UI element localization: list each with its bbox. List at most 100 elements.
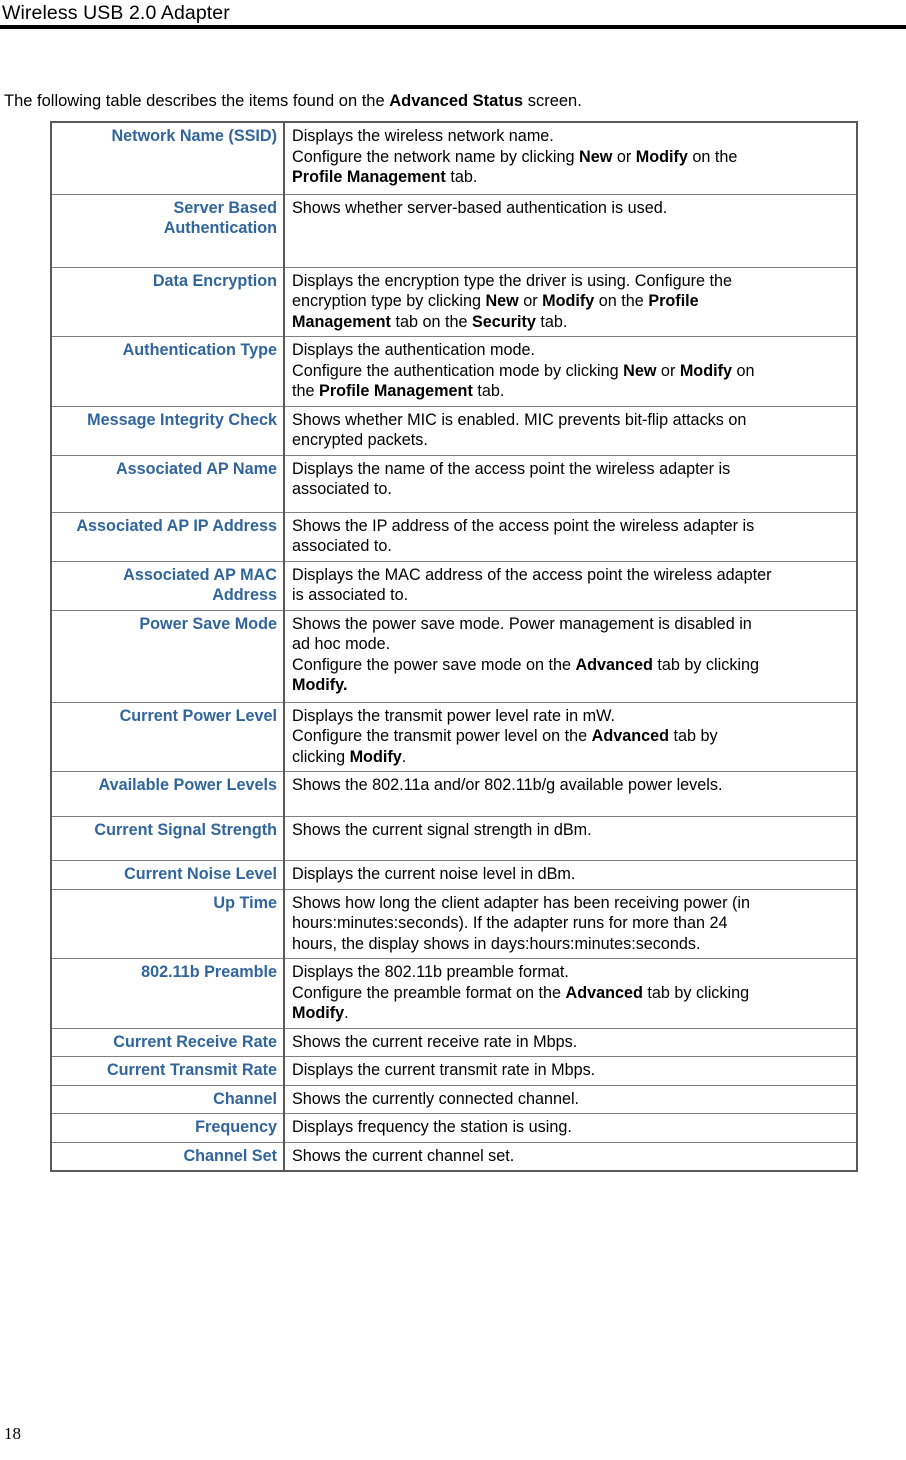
description-line: encryption type by clicking New or Modif… xyxy=(292,291,851,312)
row-label: Associated AP MAC Address xyxy=(50,560,285,611)
emphasis-text: New xyxy=(623,361,657,380)
plain-text: hours, the display shows in days:hours:m… xyxy=(292,934,701,953)
plain-text: encrypted packets. xyxy=(292,431,428,449)
row-label: Data Encryption xyxy=(50,266,285,337)
plain-text: ad hoc mode. xyxy=(292,635,391,653)
plain-text: or xyxy=(612,147,636,166)
row-description: Shows the 802.11a and/or 802.11b/g avail… xyxy=(283,771,858,817)
table-row: Current Noise Level Displays the current … xyxy=(50,860,858,890)
description-line: Modify. xyxy=(292,1003,851,1024)
plain-text: Displays the MAC address of the access p… xyxy=(292,565,772,584)
table-body: Network Name (SSID) Displays the wireless… xyxy=(50,121,858,1172)
description-line: Displays the wireless network name. xyxy=(292,126,851,147)
row-label: 802.11b Preamble xyxy=(50,958,285,1029)
page-number: 18 xyxy=(4,1424,21,1443)
plain-text: Configure the transmit power level on th… xyxy=(292,727,592,745)
row-description: Displays the name of the access point th… xyxy=(283,454,858,513)
plain-text: is associated to. xyxy=(292,586,409,604)
plain-text: Shows the current receive rate in Mbps. xyxy=(292,1032,578,1051)
row-label: Associated AP Name xyxy=(50,454,285,513)
description-line: Displays the MAC address of the access p… xyxy=(292,565,851,586)
plain-text: Displays the authentication mode. xyxy=(292,341,535,359)
row-label: Available Power Levels xyxy=(50,771,285,817)
plain-text: Displays the transmit power level rate i… xyxy=(292,706,615,725)
row-label: Message Integrity Check xyxy=(50,405,285,456)
plain-text: on xyxy=(731,361,755,380)
plain-text: Configure the network name by clicking xyxy=(292,147,580,166)
table-row: Frequency Displays frequency the station … xyxy=(50,1113,858,1143)
row-description: Shows the current receive rate in Mbps. xyxy=(283,1027,858,1057)
table-row: Authentication Type Displays the authenti… xyxy=(50,336,858,407)
plain-text: Configure the power save mode on the xyxy=(292,655,576,674)
plain-text: Shows whether server-based authenticatio… xyxy=(292,198,668,217)
page-title: Wireless USB 2.0 Adapter xyxy=(2,2,230,24)
description-line: clicking Modify. xyxy=(292,747,851,768)
description-line: Shows the current signal strength in dBm… xyxy=(292,820,851,841)
table-row: Current Power Level Displays the transmit… xyxy=(50,701,858,772)
emphasis-text: Modify xyxy=(635,147,688,166)
row-label: Channel xyxy=(50,1084,285,1114)
emphasis-text: New xyxy=(485,292,519,310)
emphasis-text: Management xyxy=(292,312,391,331)
row-label: Up Time xyxy=(50,888,285,959)
row-label: Frequency xyxy=(50,1113,285,1143)
row-label: Current Transmit Rate xyxy=(50,1056,285,1086)
plain-text: tab by clicking xyxy=(652,655,760,674)
intro-text-before: The following table describes the items … xyxy=(4,91,390,110)
emphasis-text: Profile Management xyxy=(292,168,446,186)
plain-text: Displays the wireless network name. xyxy=(292,127,554,145)
plain-text: Displays the encryption type the driver … xyxy=(292,271,732,290)
row-description: Shows whether server-based authenticatio… xyxy=(283,193,858,268)
emphasis-text: Security xyxy=(471,312,536,331)
header-divider xyxy=(0,25,906,29)
plain-text: associated to. xyxy=(292,480,392,498)
description-line: Management tab on the Security tab. xyxy=(292,312,851,333)
row-description: Displays the wireless network name. Confi… xyxy=(283,121,858,195)
advanced-status-items-table: Network Name (SSID) Displays the wireless… xyxy=(50,121,858,1172)
plain-text: Shows the current channel set. xyxy=(292,1146,515,1165)
description-line: Shows how long the client adapter has be… xyxy=(292,893,851,914)
description-line: ad hoc mode. xyxy=(292,634,851,655)
emphasis-text: Modify xyxy=(349,747,402,766)
plain-text: Shows the currently connected channel. xyxy=(292,1089,580,1108)
plain-text: Shows the IP address of the access point… xyxy=(292,516,755,535)
description-line: Shows the IP address of the access point… xyxy=(292,516,851,537)
row-description: Shows the currently connected channel. xyxy=(283,1084,858,1114)
description-line: Displays the transmit power level rate i… xyxy=(292,706,851,727)
table-row: Network Name (SSID) Displays the wireless… xyxy=(50,121,858,195)
description-line: Displays frequency the station is using. xyxy=(292,1117,851,1138)
description-line: Shows the 802.11a and/or 802.11b/g avail… xyxy=(292,775,851,796)
row-label: Server Based Authentication xyxy=(50,193,285,268)
plain-text: tab. xyxy=(535,312,568,331)
plain-text: . xyxy=(344,1004,349,1022)
plain-text: Displays the current noise level in dBm. xyxy=(292,865,576,883)
table-row: Channel Set Shows the current channel set… xyxy=(50,1141,858,1172)
description-line: Shows whether server-based authenticatio… xyxy=(292,198,851,219)
table-row: Channel Shows the currently connected cha… xyxy=(50,1084,858,1114)
intro-paragraph: The following table describes the items … xyxy=(4,91,582,111)
table-row: Associated AP MAC Address Displays the MA… xyxy=(50,560,858,611)
emphasis-text: Advanced xyxy=(591,727,670,745)
table-row: Message Integrity Check Shows whether MIC… xyxy=(50,405,858,456)
intro-text-after: screen. xyxy=(523,91,582,110)
row-description: Displays the transmit power level rate i… xyxy=(283,701,858,772)
description-line: Shows the current channel set. xyxy=(292,1146,851,1167)
plain-text: Displays the current transmit rate in Mb… xyxy=(292,1061,596,1079)
description-line: Shows the power save mode. Power managem… xyxy=(292,614,851,635)
plain-text: Configure the authentication mode by cli… xyxy=(292,361,624,380)
emphasis-text: Profile xyxy=(648,292,699,310)
plain-text: tab by xyxy=(669,727,718,745)
description-line: Displays the current noise level in dBm. xyxy=(292,864,851,885)
emphasis-text: New xyxy=(579,147,613,166)
plain-text: or xyxy=(656,361,680,380)
description-line: Modify. xyxy=(292,675,851,696)
table-row: Data Encryption Displays the encryption t… xyxy=(50,266,858,337)
plain-text: Displays the name of the access point th… xyxy=(292,459,731,478)
row-description: Shows the power save mode. Power managem… xyxy=(283,609,858,703)
plain-text: on the xyxy=(687,147,738,166)
plain-text: Shows the power save mode. Power managem… xyxy=(292,614,752,633)
row-label: Power Save Mode xyxy=(50,609,285,703)
description-line: associated to. xyxy=(292,479,851,500)
emphasis-text: Modify xyxy=(292,1004,345,1022)
table-row: Power Save Mode Shows the power save mode… xyxy=(50,609,858,703)
